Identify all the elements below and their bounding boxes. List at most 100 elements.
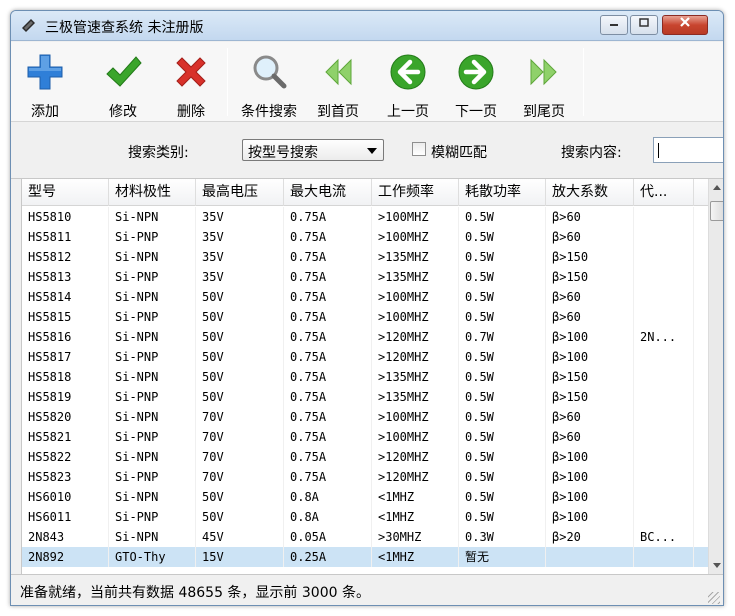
app-window: 三极管速查系统 未注册版 添加 修改 删除 条件搜索 到首页 上一页 下一页 到… (10, 10, 724, 606)
table-cell: >30MHZ (372, 527, 459, 547)
table-row[interactable]: HS5818 Si-NPN 50V 0.75A >135MHZ 0.5W β>150 (22, 367, 708, 387)
fuzzy-match-checkbox[interactable] (412, 142, 426, 156)
table-cell: HS5822 (22, 447, 109, 467)
table-cell: 0.8A (284, 507, 372, 527)
search-content-label: 搜索内容: (561, 145, 622, 161)
edit-button[interactable]: 修改 (99, 48, 147, 122)
delete-button[interactable]: 删除 (167, 48, 215, 122)
table-cell: 0.5W (459, 507, 546, 527)
table-cell: 50V (196, 487, 284, 507)
table-cell: 0.05A (284, 527, 372, 547)
table-cell: 0.75A (284, 267, 372, 287)
table-row[interactable]: HS5816 Si-NPN 50V 0.75A >120MHZ 0.7W β>100 2N..… (22, 327, 708, 347)
table-cell: HS5813 (22, 267, 109, 287)
table-row[interactable]: HS6010 Si-NPN 50V 0.8A <1MHZ 0.5W β>100 (22, 487, 708, 507)
last-page-button[interactable]: 到尾页 (515, 48, 573, 122)
table-cell: 0.75A (284, 247, 372, 267)
table-cell: 0.5W (459, 267, 546, 287)
status-bar: 准备就绪，当前共有数据 48655 条，显示前 3000 条。 (11, 574, 723, 605)
table-cell: 2N892 (22, 547, 109, 567)
table-row[interactable]: HS5813 Si-PNP 35V 0.75A >135MHZ 0.5W β>150 (22, 267, 708, 287)
scroll-up-arrow[interactable] (709, 179, 723, 196)
table-cell: 2N843 (22, 527, 109, 547)
next-page-label: 下一页 (455, 104, 497, 120)
previous-page-icon (390, 54, 426, 90)
table-cell: 0.75A (284, 387, 372, 407)
table-cell: 0.5W (459, 487, 546, 507)
column-header[interactable]: 最大电流 (284, 179, 372, 206)
last-page-label: 到尾页 (523, 104, 565, 120)
table-cell: 0.5W (459, 247, 546, 267)
column-header[interactable]: 耗散功率 (459, 179, 546, 206)
scroll-down-arrow[interactable] (709, 557, 723, 574)
column-header[interactable]: 工作频率 (372, 179, 459, 206)
table-cell: 0.5W (459, 367, 546, 387)
table-row[interactable]: HS5817 Si-PNP 50V 0.75A >120MHZ 0.5W β>100 (22, 347, 708, 367)
last-page-icon (530, 58, 557, 86)
search-type-value: 按型号搜索 (248, 145, 318, 161)
table-cell (634, 447, 694, 467)
fuzzy-match-label[interactable]: 模糊匹配 (431, 142, 487, 162)
table-cell: β>150 (546, 267, 634, 287)
table-row[interactable]: HS5810 Si-NPN 35V 0.75A >100MHZ 0.5W β>60 (22, 207, 708, 227)
plus-icon (27, 54, 63, 90)
column-header[interactable]: 最高电压 (196, 179, 284, 206)
table-cell: >120MHZ (372, 447, 459, 467)
table-cell: Si-NPN (109, 287, 196, 307)
table-row[interactable]: HS5811 Si-PNP 35V 0.75A >100MHZ 0.5W β>60 (22, 227, 708, 247)
table-cell (634, 427, 694, 447)
table-cell: 暂无 (459, 547, 546, 567)
close-button[interactable] (662, 15, 708, 35)
column-header[interactable]: 代... (634, 179, 694, 206)
next-page-button[interactable]: 下一页 (447, 48, 505, 122)
table-cell: 50V (196, 307, 284, 327)
vertical-scrollbar[interactable] (708, 179, 723, 574)
table-cell: Si-PNP (109, 307, 196, 327)
previous-page-button[interactable]: 上一页 (379, 48, 437, 122)
search-type-select[interactable]: 按型号搜索 (242, 139, 384, 161)
x-mark-icon (176, 57, 206, 87)
resize-grip[interactable] (708, 592, 720, 604)
table-row[interactable]: HS6011 Si-PNP 50V 0.8A <1MHZ 0.5W β>100 (22, 507, 708, 527)
table-row[interactable]: HS5815 Si-PNP 50V 0.75A >100MHZ 0.5W β>60 (22, 307, 708, 327)
table-cell: Si-PNP (109, 467, 196, 487)
search-condition-button[interactable]: 条件搜索 (235, 48, 303, 122)
table-row[interactable]: 2N892 GTO-Thy 15V 0.25A <1MHZ 暂无 (22, 547, 708, 567)
search-content-input[interactable] (653, 137, 723, 163)
table-row[interactable]: HS5812 Si-NPN 35V 0.75A >135MHZ 0.5W β>150 (22, 247, 708, 267)
table-cell: 0.75A (284, 347, 372, 367)
minimize-button[interactable] (600, 15, 628, 35)
table-row[interactable]: HS5814 Si-NPN 50V 0.75A >100MHZ 0.5W β>60 (22, 287, 708, 307)
table-cell: 50V (196, 327, 284, 347)
table-row[interactable]: HS5820 Si-NPN 70V 0.75A >100MHZ 0.5W β>60 (22, 407, 708, 427)
table-cell (634, 207, 694, 227)
first-page-button[interactable]: 到首页 (309, 48, 367, 122)
scroll-thumb[interactable] (710, 201, 723, 221)
table-cell (634, 347, 694, 367)
results-table[interactable]: 型号 材料极性 最高电压 最大电流 工作频率 耗散功率 放大系数 代... HS5810 Si-… (21, 179, 708, 574)
table-cell: 0.75A (284, 427, 372, 447)
column-header[interactable]: 放大系数 (546, 179, 634, 206)
title-bar[interactable]: 三极管速查系统 未注册版 (11, 11, 723, 41)
table-cell: β>60 (546, 207, 634, 227)
table-cell: β>60 (546, 287, 634, 307)
column-header[interactable]: 材料极性 (109, 179, 196, 206)
table-row[interactable]: HS5823 Si-PNP 70V 0.75A >120MHZ 0.5W β>100 (22, 467, 708, 487)
table-row[interactable]: HS5822 Si-NPN 70V 0.75A >120MHZ 0.5W β>100 (22, 447, 708, 467)
table-row[interactable]: 2N843 Si-NPN 45V 0.05A >30MHZ 0.3W β>20 BC... (22, 527, 708, 547)
table-cell: 35V (196, 267, 284, 287)
table-cell: >120MHZ (372, 327, 459, 347)
app-icon (22, 19, 35, 32)
table-cell: >135MHZ (372, 387, 459, 407)
table-cell: 50V (196, 347, 284, 367)
table-row[interactable]: HS5819 Si-PNP 50V 0.75A >135MHZ 0.5W β>150 (22, 387, 708, 407)
chevron-down-icon (367, 148, 377, 154)
table-cell: 0.8A (284, 487, 372, 507)
table-row[interactable]: HS5821 Si-PNP 70V 0.75A >100MHZ 0.5W β>60 (22, 427, 708, 447)
add-button[interactable]: 添加 (21, 48, 69, 122)
column-header[interactable]: 型号 (22, 179, 109, 206)
table-cell: 50V (196, 287, 284, 307)
maximize-button[interactable] (630, 15, 658, 35)
table-cell: Si-NPN (109, 487, 196, 507)
table-cell: Si-PNP (109, 267, 196, 287)
